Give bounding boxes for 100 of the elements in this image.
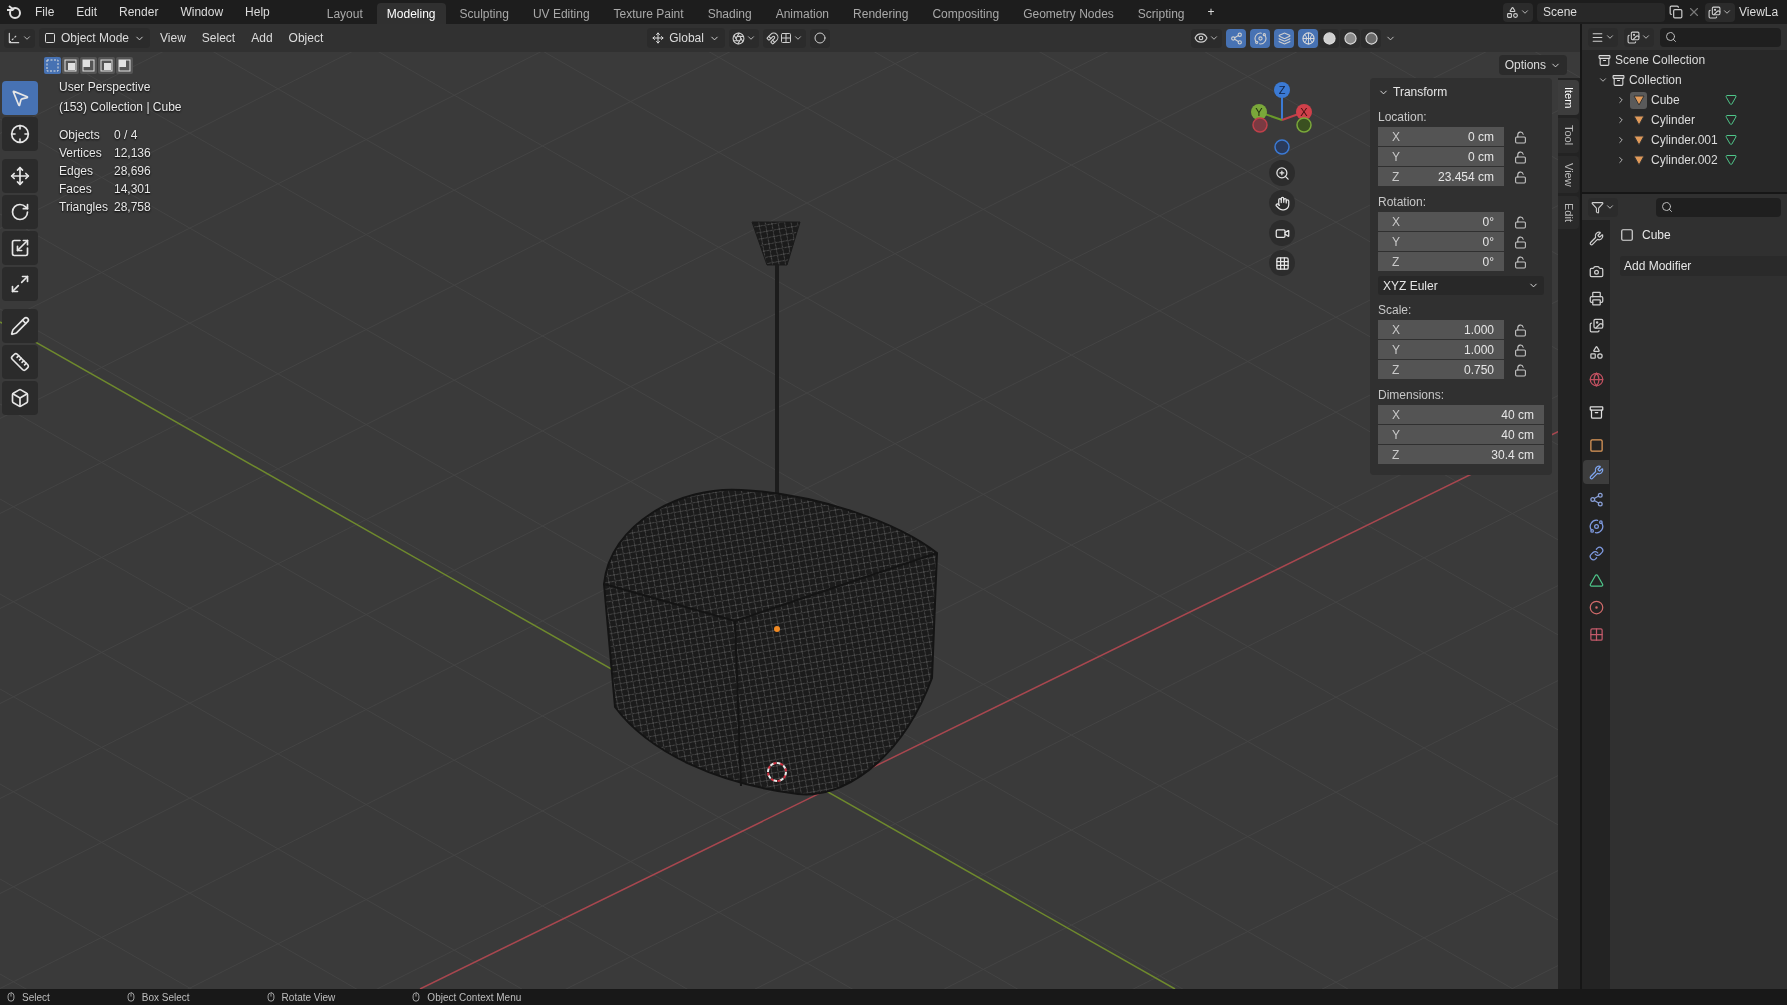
outliner-item[interactable]: Cylinder [1651,113,1721,127]
selection-mode-button[interactable] [62,56,79,74]
workspace-tab[interactable]: Sculpting [449,3,519,24]
tool-button[interactable] [2,381,38,415]
outliner-item[interactable]: Collection [1629,73,1682,87]
view-layer-name[interactable]: ViewLa [1739,5,1781,19]
shading-mode-button[interactable] [1340,28,1360,48]
workspace-tab[interactable]: UV Editing [522,3,600,24]
workspace-tab[interactable]: Layout [316,3,373,24]
number-field[interactable]: X 40 cm [1378,405,1544,424]
sidebar-tab[interactable]: Tool [1558,118,1579,153]
menu-item[interactable]: Help [236,2,279,22]
outliner-type-button[interactable] [1588,27,1618,47]
menu-item[interactable]: Render [110,2,168,22]
perspective-toggle-button[interactable] [1269,250,1295,276]
unlocked-icon[interactable] [1514,150,1527,164]
scene-selector-button[interactable] [1503,2,1533,22]
options-dropdown[interactable]: Options [1498,55,1567,75]
xray-toggle-button[interactable] [1274,28,1294,48]
tool-button[interactable] [2,267,38,301]
zoom-button[interactable] [1269,160,1295,186]
shading-mode-button[interactable] [1361,28,1381,48]
selection-mode-button[interactable] [44,56,61,74]
selection-mode-button[interactable] [116,56,133,74]
workspace-tab[interactable]: Animation [765,3,840,24]
header-menu-item[interactable]: Select [195,29,242,47]
number-field[interactable]: Y 1.000 [1378,340,1504,359]
header-menu-item[interactable]: Add [245,29,279,47]
scene-name-field[interactable]: Scene [1537,2,1665,22]
workspace-tab[interactable]: Geometry Nodes [1013,3,1124,24]
number-field[interactable]: X 1.000 [1378,320,1504,339]
sidebar-tab[interactable]: Item [1558,80,1579,116]
tool-button[interactable] [2,345,38,379]
menu-item[interactable]: File [26,2,64,22]
number-field[interactable]: Y 0 cm [1378,147,1504,166]
camera-view-button[interactable] [1269,220,1295,246]
tool-button[interactable] [2,195,38,229]
navigation-gizmo-drawing[interactable] [1251,82,1312,155]
unlocked-icon[interactable] [1514,130,1527,144]
workspace-tab[interactable]: Rendering [843,3,919,24]
gizmo-toggle-button[interactable] [1226,28,1246,48]
outliner-item[interactable]: Cylinder.001 [1651,133,1721,147]
pan-button[interactable] [1269,190,1295,216]
unlocked-icon[interactable] [1514,170,1527,184]
pivot-button[interactable] [728,28,759,48]
visibility-button[interactable] [1191,28,1222,48]
search-field[interactable] [1660,27,1781,47]
orientation-dropdown[interactable]: Global [647,28,725,48]
workspace-tab[interactable]: Shading [697,3,762,24]
eye-icon [1194,31,1208,45]
unlocked-icon[interactable] [1514,255,1527,269]
shading-mode-button[interactable] [1298,28,1318,48]
tool-button[interactable] [2,231,38,265]
unlocked-icon[interactable] [1514,235,1527,249]
add-modifier-dropdown[interactable]: Add Modifier [1620,256,1787,276]
add-workspace-button[interactable]: + [1198,2,1224,22]
display-mode-button[interactable] [1624,27,1654,47]
selection-mode-button[interactable] [80,56,97,74]
workspace-tab[interactable]: Modeling [376,3,446,24]
outliner-item[interactable]: Cube [1651,93,1721,107]
header-menu-item[interactable]: View [154,29,192,47]
unlocked-icon[interactable] [1514,215,1527,229]
unlocked-icon[interactable] [1514,343,1527,357]
tool-button[interactable] [2,117,38,151]
sidebar-tab[interactable]: View [1558,155,1579,194]
number-field[interactable]: X 0° [1378,212,1504,231]
number-field[interactable]: Y 0° [1378,232,1504,251]
selection-mode-button[interactable] [98,56,115,74]
tool-button[interactable] [2,309,38,343]
number-field[interactable]: Z 0.750 [1378,360,1504,379]
workspace-tab[interactable]: Scripting [1127,3,1195,24]
sidebar-tab[interactable]: Edit [1558,196,1579,230]
number-field[interactable]: Z 0° [1378,252,1504,271]
editor-type-button[interactable] [4,28,35,48]
copy-icon[interactable] [1669,5,1683,19]
search-field[interactable] [1656,197,1781,217]
object-type-icon[interactable] [1630,91,1647,109]
workspace-tab[interactable]: Compositing [922,3,1010,24]
view-layer-selector-button[interactable] [1705,2,1735,22]
unlocked-icon[interactable] [1514,363,1527,377]
workspace-tab[interactable]: Texture Paint [603,3,694,24]
properties-type-button[interactable] [1588,197,1618,217]
number-field[interactable]: Z 30.4 cm [1378,445,1544,464]
proportional-edit-button[interactable] [809,28,830,48]
number-field[interactable]: Y 40 cm [1378,425,1544,444]
outliner-item[interactable]: Scene Collection [1615,53,1706,67]
menu-item[interactable]: Window [171,2,233,22]
tool-button[interactable] [2,159,38,193]
overlay-toggle-button[interactable] [1250,28,1270,48]
mode-dropdown[interactable]: Object Mode [39,28,151,48]
snap-button[interactable] [762,28,806,48]
close-icon[interactable] [1687,5,1701,19]
header-menu-item[interactable]: Object [282,29,330,47]
shading-mode-button[interactable] [1319,28,1339,48]
number-field[interactable]: X 0 cm [1378,127,1504,146]
rotation-mode-dropdown[interactable]: XYZ Euler [1378,276,1544,295]
number-field[interactable]: Z 23.454 cm [1378,167,1504,186]
menu-item[interactable]: Edit [67,2,107,22]
unlocked-icon[interactable] [1514,323,1527,337]
outliner-item[interactable]: Cylinder.002 [1651,153,1721,167]
